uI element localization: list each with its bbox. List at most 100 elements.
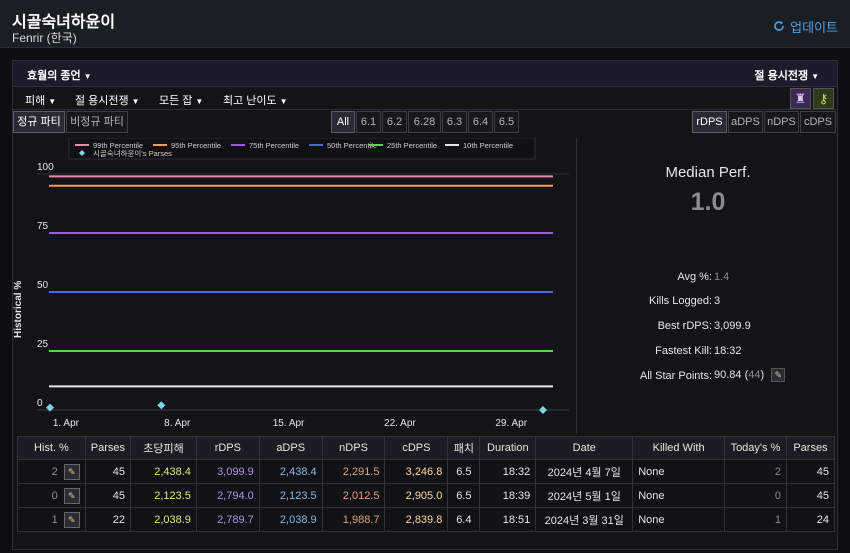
cell-parses: 22: [84, 507, 132, 532]
col-duration[interactable]: Duration: [479, 436, 537, 460]
report-icon[interactable]: ✎: [63, 487, 80, 504]
fastest-kill-value: 18:32: [714, 345, 742, 357]
cell-date[interactable]: 2024년 4월 7일: [535, 459, 634, 484]
server-name: Fenrir (한국): [12, 31, 77, 45]
all-star-detail-icon[interactable]: ✎: [771, 368, 786, 382]
cell-ndps: 1,988.7: [321, 507, 386, 532]
report-icon[interactable]: ✎: [63, 511, 80, 528]
tab-patch-6-28[interactable]: 6.28: [408, 111, 441, 133]
cell-cdps: 2,839.8: [384, 507, 449, 532]
col-cdps[interactable]: cDPS: [384, 436, 449, 460]
cell-today: 2: [723, 459, 787, 484]
cell-hist: 0 ✎: [17, 483, 86, 508]
parse-point: [539, 406, 547, 414]
tab-irregular-party[interactable]: 비정규 파티: [66, 111, 128, 133]
cell-today: 1: [723, 507, 787, 532]
cell-date[interactable]: 2024년 5월 1일: [535, 483, 634, 508]
key-icon[interactable]: ⚷: [813, 88, 834, 109]
y-tick-label: 100: [37, 162, 54, 173]
chevron-down-icon: ▼: [279, 97, 288, 106]
tab-patch-6-3[interactable]: 6.3: [442, 111, 467, 133]
table-row[interactable]: 1 ✎ 22 2,038.9 2,789.7 2,038.9 1,988.7 2,…: [17, 507, 836, 532]
tab-patch-6-2[interactable]: 6.2: [382, 111, 407, 133]
col-rdps[interactable]: rDPS: [195, 436, 260, 460]
col-hist[interactable]: Hist. %: [17, 436, 86, 460]
best-rdps-label: Best rDPS:: [657, 320, 712, 332]
col-killed-with[interactable]: Killed With: [632, 436, 725, 460]
update-button[interactable]: 업데이트: [773, 17, 838, 36]
tab-patch-all[interactable]: All: [331, 111, 355, 133]
all-star-points: 90.84: [714, 368, 742, 381]
tab-adps[interactable]: aDPS: [728, 111, 763, 133]
encounter-dropdown[interactable]: 효월의 종언 ▼: [27, 67, 92, 83]
col-adps[interactable]: aDPS: [258, 436, 323, 460]
all-star-paren-close: ): [760, 368, 765, 381]
tab-rdps[interactable]: rDPS: [692, 111, 727, 133]
cell-hist: 2 ✎: [17, 459, 86, 484]
cell-rdps: 3,099.9: [195, 459, 260, 484]
fastest-kill-label: Fastest Kill:: [655, 345, 712, 357]
cell-rdps: 2,789.7: [195, 507, 260, 532]
y-tick-label: 25: [37, 339, 49, 350]
cell-parses2: 45: [785, 483, 836, 508]
cell-adps: 2,038.9: [258, 507, 323, 532]
all-star-value: 90.84 (44) ✎: [714, 368, 786, 382]
cell-killed-with: None: [632, 483, 725, 508]
table-row[interactable]: 0 ✎ 45 2,123.5 2,794.0 2,123.5 2,012.5 2,…: [17, 483, 836, 508]
cell-date[interactable]: 2024년 3월 31일: [535, 507, 634, 532]
cell-killed-with: None: [632, 507, 725, 532]
cell-parses: 45: [84, 483, 132, 508]
cell-rdps: 2,794.0: [195, 483, 260, 508]
tab-ndps[interactable]: nDPS: [764, 111, 799, 133]
legend-label: 시골숙녀하윤이's Parses: [93, 148, 172, 158]
difficulty-label: 최고 난이도: [223, 95, 277, 107]
legend-label: 10th Percentile: [463, 141, 513, 150]
character-header: 시골숙녀하윤이 Fenrir (한국) 업데이트: [0, 0, 850, 48]
col-date[interactable]: Date: [535, 436, 634, 460]
hist-value: 0: [51, 489, 58, 502]
col-patch[interactable]: 패치: [447, 436, 481, 460]
party-comp-icon[interactable]: ♜: [790, 88, 811, 109]
x-tick-label: 22. Apr: [384, 418, 416, 429]
cell-patch: 6.5: [447, 459, 481, 484]
cell-killed-with: None: [632, 459, 725, 484]
metric-label: 피해: [25, 95, 46, 107]
col-dmg[interactable]: 초당피해: [130, 436, 197, 460]
metric-dropdown[interactable]: 피해 ▼: [25, 92, 56, 108]
col-ndps[interactable]: nDPS: [321, 436, 386, 460]
spec-label: 모든 잡: [159, 95, 193, 107]
table-header-row: Hist. % Parses 초당피해 rDPS aDPS nDPS cDPS …: [17, 436, 836, 460]
cell-patch: 6.5: [447, 483, 481, 508]
tab-patch-6-5[interactable]: 6.5: [494, 111, 519, 133]
spec-dropdown[interactable]: 모든 잡 ▼: [159, 92, 203, 108]
chevron-down-icon: ▼: [195, 97, 204, 106]
col-parses2[interactable]: Parses: [785, 436, 836, 460]
zone-dropdown[interactable]: 절 용시전쟁 ▼: [75, 92, 140, 108]
parse-point: [157, 401, 166, 410]
kills-label: Kills Logged:: [649, 295, 712, 307]
col-parses[interactable]: Parses: [84, 436, 132, 460]
tab-patch-6-1[interactable]: 6.1: [356, 111, 381, 133]
cell-ndps: 2,012.5: [321, 483, 386, 508]
legend-label: 25th Percentile: [387, 141, 437, 150]
cell-cdps: 2,905.0: [384, 483, 449, 508]
chevron-down-icon: ▼: [83, 72, 92, 81]
cell-today: 0: [723, 483, 787, 508]
encounter-bar: 효월의 종언 ▼ 절 용시전쟁 ▼: [13, 61, 837, 87]
cell-adps: 2,438.4: [258, 459, 323, 484]
tab-cdps[interactable]: cDPS: [800, 111, 836, 133]
report-icon[interactable]: ✎: [63, 463, 80, 480]
y-tick-label: 75: [37, 221, 49, 232]
legend-label: 95th Percentile: [171, 141, 221, 150]
tab-regular-party[interactable]: 정규 파티: [13, 111, 65, 133]
chevron-down-icon: ▼: [811, 72, 819, 81]
historical-chart: 0 25 50 75 100 1. Apr 8. Apr 15. Apr 22. Apr 29. …: [13, 138, 577, 434]
cell-adps: 2,123.5: [258, 483, 323, 508]
table-row[interactable]: 2 ✎ 45 2,438.4 3,099.9 2,438.4 2,291.5 3,…: [17, 459, 836, 484]
tab-patch-6-4[interactable]: 6.4: [468, 111, 493, 133]
difficulty-dropdown[interactable]: 최고 난이도 ▼: [223, 92, 288, 108]
hist-value: 2: [51, 465, 58, 478]
col-today[interactable]: Today's %: [723, 436, 787, 460]
all-star-label: All Star Points:: [639, 370, 712, 382]
partition-dropdown[interactable]: 절 용시전쟁 ▼: [754, 67, 819, 83]
